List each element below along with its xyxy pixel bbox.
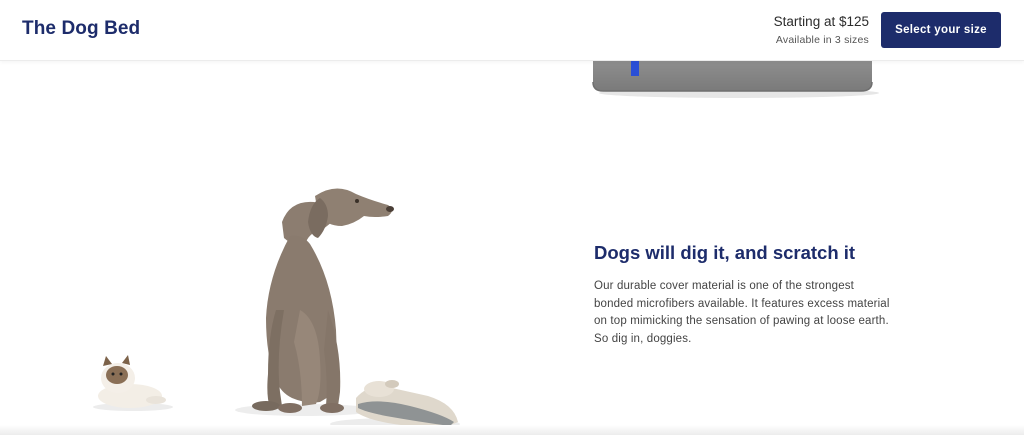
product-title: The Dog Bed (22, 18, 141, 39)
sticky-product-header: The Dog Bed Starting at $125 Available i… (0, 0, 1024, 61)
starting-price: Starting at $125 (773, 14, 869, 29)
weimaraner-dog-image (252, 188, 394, 413)
price-info: Starting at $125 Available in 3 sizes (774, 14, 869, 46)
dog-bed-image (589, 60, 879, 100)
section-divider-shadow (0, 425, 1024, 435)
bed-illustration (592, 60, 879, 98)
select-size-button[interactable]: Select your size (881, 12, 1001, 48)
sizes-available: Available in 3 sizes (775, 34, 869, 46)
feature-heading: Dogs will dig it, and scratch it (594, 242, 856, 263)
feature-description: Our durable cover material is one of the… (594, 280, 890, 345)
dog-scene (70, 160, 490, 435)
cat-toy-image (98, 355, 166, 408)
brand-tag (631, 60, 639, 76)
